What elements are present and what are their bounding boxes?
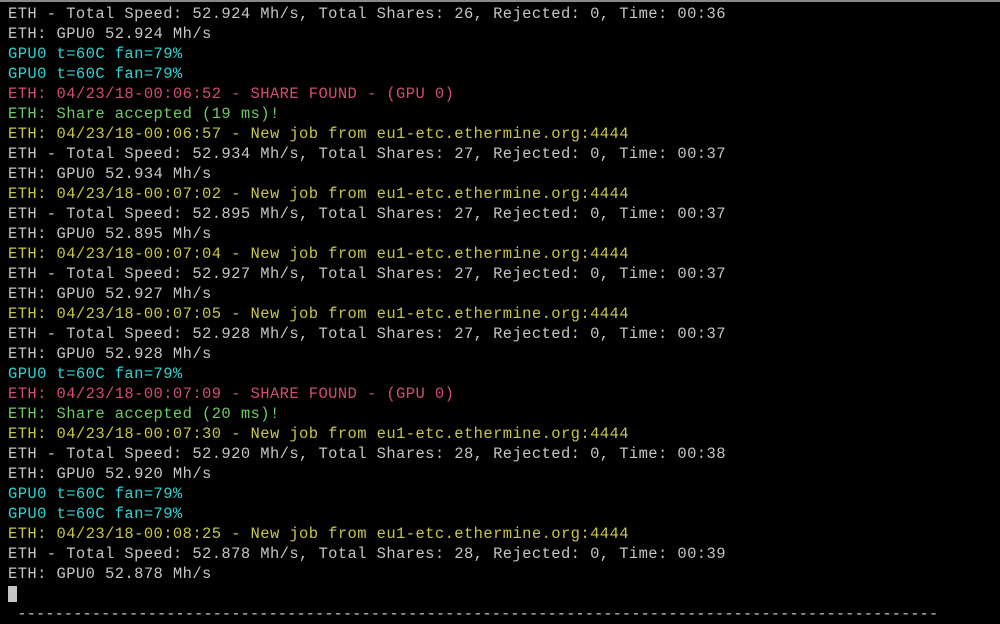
terminal-output[interactable]: ETH - Total Speed: 52.924 Mh/s, Total Sh… <box>0 0 1000 576</box>
cursor-line <box>8 584 992 604</box>
terminal-line: ETH: 04/23/18-00:06:57 - New job from eu… <box>8 124 992 144</box>
terminal-line: GPU0 t=60C fan=79% <box>8 504 992 524</box>
cursor-icon <box>8 586 17 602</box>
terminal-line: ETH: GPU0 52.878 Mh/s <box>8 564 992 584</box>
terminal-line: ETH - Total Speed: 52.878 Mh/s, Total Sh… <box>8 544 992 564</box>
terminal-line: GPU0 t=60C fan=79% <box>8 364 992 384</box>
terminal-line: ETH: GPU0 52.934 Mh/s <box>8 164 992 184</box>
terminal-line: ETH: Share accepted (19 ms)! <box>8 104 992 124</box>
terminal-line: ETH: GPU0 52.920 Mh/s <box>8 464 992 484</box>
terminal-line: ETH - Total Speed: 52.895 Mh/s, Total Sh… <box>8 204 992 224</box>
terminal-line: ETH: 04/23/18-00:07:05 - New job from eu… <box>8 304 992 324</box>
terminal-line: GPU0 t=60C fan=79% <box>8 44 992 64</box>
terminal-line: GPU0 t=60C fan=79% <box>8 484 992 504</box>
terminal-line: ETH - Total Speed: 52.920 Mh/s, Total Sh… <box>8 444 992 464</box>
terminal-line: ETH: 04/23/18-00:07:09 - SHARE FOUND - (… <box>8 384 992 404</box>
terminal-line: ETH: GPU0 52.928 Mh/s <box>8 344 992 364</box>
terminal-line: ETH: 04/23/18-00:07:04 - New job from eu… <box>8 244 992 264</box>
terminal-line: ETH: GPU0 52.895 Mh/s <box>8 224 992 244</box>
terminal-line: ETH: GPU0 52.927 Mh/s <box>8 284 992 304</box>
terminal-line: ETH: Share accepted (20 ms)! <box>8 404 992 424</box>
terminal-line: GPU0 t=60C fan=79% <box>8 64 992 84</box>
terminal-line: ETH - Total Speed: 52.927 Mh/s, Total Sh… <box>8 264 992 284</box>
terminal-line: ETH: 04/23/18-00:06:52 - SHARE FOUND - (… <box>8 84 992 104</box>
terminal-line: ETH - Total Speed: 52.934 Mh/s, Total Sh… <box>8 144 992 164</box>
terminal-line: ETH: 04/23/18-00:07:02 - New job from eu… <box>8 184 992 204</box>
terminal-line: ETH - Total Speed: 52.924 Mh/s, Total Sh… <box>8 4 992 24</box>
terminal-line: ETH: GPU0 52.924 Mh/s <box>8 24 992 44</box>
terminal-line: ETH - Total Speed: 52.928 Mh/s, Total Sh… <box>8 324 992 344</box>
separator-line: ----------------------------------------… <box>8 604 992 624</box>
terminal-line: ETH: 04/23/18-00:07:30 - New job from eu… <box>8 424 992 444</box>
terminal-line: ETH: 04/23/18-00:08:25 - New job from eu… <box>8 524 992 544</box>
